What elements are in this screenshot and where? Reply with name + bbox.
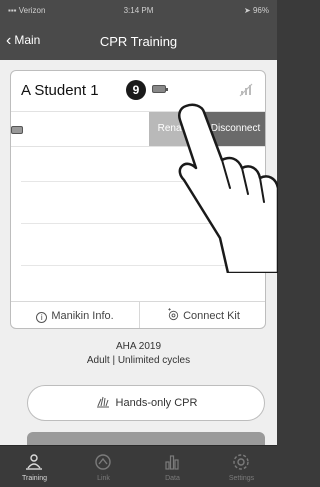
list-divider [21, 223, 265, 224]
connect-kit-label: Connect Kit [183, 310, 240, 322]
rename-button[interactable]: Rename [149, 112, 204, 146]
hands-icon [96, 396, 109, 408]
manikin-card: A Student 1 9 Rename Disconnect i Manikin… [10, 70, 266, 329]
card-footer: i Manikin Info. Connect Kit [11, 301, 265, 328]
manikin-info-label: Manikin Info. [51, 310, 114, 322]
connect-kit-icon [168, 308, 179, 321]
no-signal-icon [239, 83, 253, 97]
hands-only-label: Hands-only CPR [115, 397, 198, 409]
student-number-badge: 9 [126, 80, 146, 100]
nav-bar: ‹ Main CPR Training [0, 22, 277, 60]
card-header: A Student 1 9 [11, 71, 265, 111]
tab-data[interactable]: Data [138, 446, 207, 487]
hands-only-cpr-button[interactable]: Hands-only CPR [27, 385, 265, 421]
status-battery: ➤ 96% [244, 6, 269, 15]
disconnect-button[interactable]: Disconnect [204, 112, 265, 146]
training-icon [26, 454, 42, 470]
settings-icon [233, 454, 249, 470]
location-icon: ➤ [244, 6, 253, 15]
battery-icon [11, 126, 23, 134]
tab-label: Settings [228, 475, 255, 482]
manikin-info-button[interactable]: i Manikin Info. [11, 302, 139, 328]
student-name: A Student 1 [21, 82, 99, 99]
list-divider [21, 265, 265, 266]
connect-kit-button[interactable]: Connect Kit [140, 302, 265, 328]
list-divider [21, 181, 265, 182]
tab-label: Link [97, 475, 110, 482]
page-title: CPR Training [99, 34, 178, 49]
data-icon [165, 455, 179, 470]
main-content: A Student 1 9 Rename Disconnect i Manikin… [0, 60, 277, 468]
status-bar: ▪▪▪ Verizon 3:14 PM ➤ 96% [0, 0, 277, 22]
protocol-guideline: AHA 2019 [115, 341, 162, 352]
tab-training[interactable]: Training [0, 446, 69, 487]
tab-label: Data [165, 475, 180, 482]
tab-label: Training [21, 475, 48, 482]
tab-settings[interactable]: Settings [207, 446, 276, 487]
tab-bar: Training Link Data Settings [0, 445, 277, 487]
battery-icon [152, 85, 168, 93]
protocol-mode: Adult | Unlimited cycles [86, 355, 191, 366]
manikin-row[interactable]: Rename Disconnect [11, 111, 265, 147]
tab-link[interactable]: Link [69, 446, 138, 487]
info-icon: i [36, 312, 48, 323]
status-time: 3:14 PM [123, 6, 154, 15]
link-icon [95, 454, 111, 470]
